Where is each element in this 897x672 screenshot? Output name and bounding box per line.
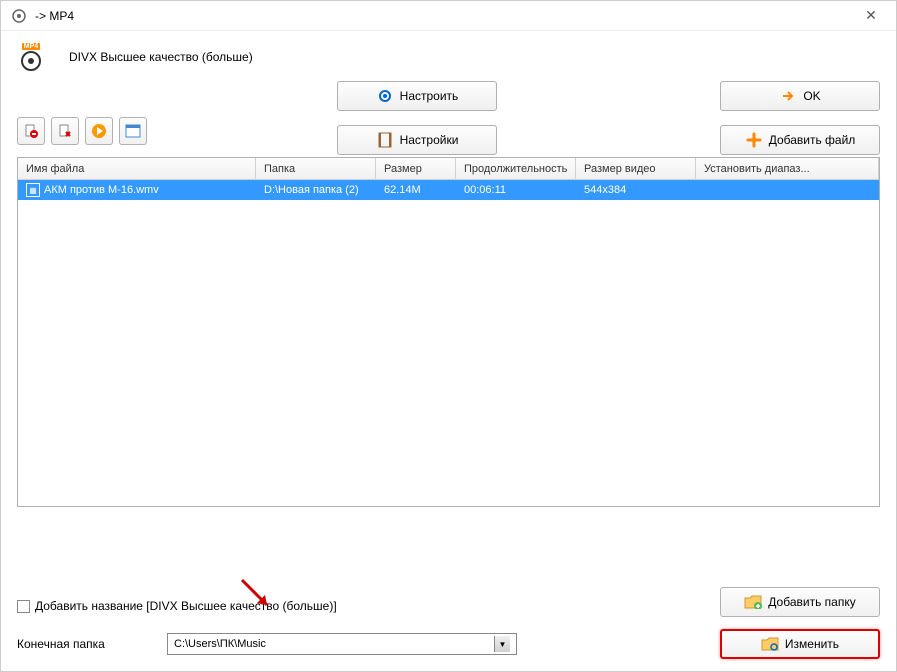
settings-label: Настройки bbox=[400, 133, 459, 147]
table-header: Имя файла Папка Размер Продолжительность… bbox=[18, 158, 879, 180]
checkbox-label: Добавить название [DIVX Высшее качество … bbox=[35, 599, 337, 613]
change-label: Изменить bbox=[785, 637, 839, 651]
top-row: MP4 DIVX Высшее качество (больше) bbox=[17, 43, 880, 71]
film-icon bbox=[376, 131, 394, 149]
add-file-button[interactable]: Добавить файл bbox=[720, 125, 880, 155]
dest-folder-value: C:\Users\ПК\Music bbox=[174, 638, 266, 650]
properties-button[interactable] bbox=[119, 117, 147, 145]
play-button[interactable] bbox=[85, 117, 113, 145]
clear-button[interactable] bbox=[51, 117, 79, 145]
add-title-checkbox[interactable] bbox=[17, 600, 30, 613]
quality-label: DIVX Высшее качество (больше) bbox=[69, 50, 253, 64]
settings-button[interactable]: Настройки bbox=[337, 125, 497, 155]
small-toolbar bbox=[17, 117, 147, 145]
ok-button[interactable]: OK bbox=[720, 81, 880, 111]
app-window: -> MP4 ✕ MP4 DIVX Высшее качество (больш… bbox=[0, 0, 897, 672]
format-icon: MP4 bbox=[17, 43, 45, 71]
header-folder[interactable]: Папка bbox=[256, 158, 376, 179]
content-area: MP4 DIVX Высшее качество (больше) Настро… bbox=[1, 31, 896, 541]
header-size[interactable]: Размер bbox=[376, 158, 456, 179]
remove-button[interactable] bbox=[17, 117, 45, 145]
file-table: Имя файла Папка Размер Продолжительность… bbox=[17, 157, 880, 507]
cell-videosize: 544x384 bbox=[576, 182, 696, 198]
bottom-area: Добавить название [DIVX Высшее качество … bbox=[17, 599, 880, 655]
folder-search-icon bbox=[761, 635, 779, 653]
right-button-stack: Добавить папку Изменить bbox=[720, 587, 880, 659]
arrow-right-icon bbox=[779, 87, 797, 105]
video-file-icon: ▦ bbox=[26, 183, 40, 197]
configure-button[interactable]: Настроить bbox=[337, 81, 497, 111]
table-row[interactable]: ▦ АКМ против M-16.wmv D:\Новая папка (2)… bbox=[18, 180, 879, 200]
add-folder-label: Добавить папку bbox=[768, 595, 855, 609]
header-duration[interactable]: Продолжительность bbox=[456, 158, 576, 179]
window-title: -> MP4 bbox=[35, 9, 856, 23]
dest-folder-label: Конечная папка bbox=[17, 637, 167, 651]
header-filename[interactable]: Имя файла bbox=[18, 158, 256, 179]
chevron-down-icon: ▼ bbox=[494, 636, 510, 652]
add-folder-button[interactable]: Добавить папку bbox=[720, 587, 880, 617]
add-file-label: Добавить файл bbox=[769, 133, 856, 147]
folder-plus-icon bbox=[744, 593, 762, 611]
close-button[interactable]: ✕ bbox=[856, 1, 886, 31]
change-button[interactable]: Изменить bbox=[720, 629, 880, 659]
cell-range bbox=[696, 188, 879, 192]
ok-label: OK bbox=[803, 89, 820, 103]
dest-folder-dropdown[interactable]: C:\Users\ПК\Music ▼ bbox=[167, 633, 517, 655]
configure-label: Настроить bbox=[400, 89, 459, 103]
cell-duration: 00:06:11 bbox=[456, 182, 576, 198]
gear-icon bbox=[376, 87, 394, 105]
header-videosize[interactable]: Размер видео bbox=[576, 158, 696, 179]
app-icon bbox=[11, 8, 27, 24]
header-range[interactable]: Установить диапаз... bbox=[696, 158, 879, 179]
cell-filename: ▦ АКМ против M-16.wmv bbox=[18, 181, 256, 199]
plus-icon bbox=[745, 131, 763, 149]
titlebar: -> MP4 ✕ bbox=[1, 1, 896, 31]
cell-size: 62.14M bbox=[376, 182, 456, 198]
cell-folder: D:\Новая папка (2) bbox=[256, 182, 376, 198]
folder-row: Конечная папка C:\Users\ПК\Music ▼ Добав… bbox=[17, 633, 880, 655]
